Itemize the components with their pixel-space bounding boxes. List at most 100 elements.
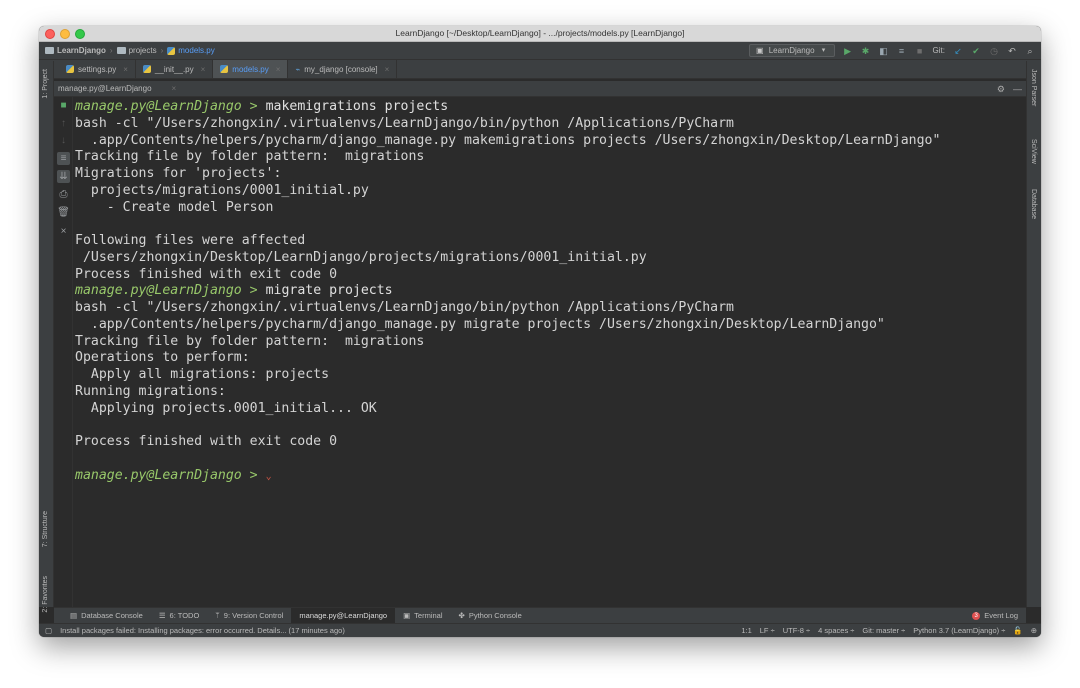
tab-models[interactable]: models.py × [213, 60, 289, 78]
json-parser-tool-button[interactable]: Json Parser [1030, 69, 1037, 106]
git-commit-icon[interactable]: ✔ [971, 46, 981, 56]
favorites-tool-button[interactable]: 2: Favorites [42, 576, 49, 613]
indent-setting[interactable]: 4 spaces ÷ [818, 626, 854, 635]
close-icon[interactable]: × [201, 65, 206, 74]
python-file-icon [167, 46, 176, 55]
event-log-label: Event Log [984, 611, 1018, 620]
close-icon[interactable]: × [172, 84, 177, 93]
console-panel-tab[interactable]: manage.py@LearnDjango × [58, 84, 176, 93]
soft-wrap-icon[interactable]: ≡ [57, 152, 70, 165]
project-tool-button[interactable]: 1: Project [42, 69, 49, 99]
print-icon[interactable]: ⎙ [57, 188, 70, 201]
console-output-line: Tracking file by folder pattern: migrati… [75, 334, 1022, 351]
python-file-icon [220, 65, 229, 73]
history-icon[interactable]: ◷ [989, 46, 999, 56]
tab-settings[interactable]: settings.py × [59, 60, 136, 78]
console-text: Process finished with exit code 0 [75, 266, 338, 282]
console-output[interactable]: manage.py@LearnDjango > makemigrations p… [75, 99, 1022, 607]
up-arrow-icon[interactable]: ↑ [57, 117, 70, 130]
event-log-button[interactable]: 3 Event Log [972, 611, 1018, 620]
git-branch[interactable]: Git: master ÷ [862, 626, 905, 635]
console-output-line: Process finished with exit code 0 [75, 267, 1022, 284]
console-output-line: - Create model Person [75, 200, 1022, 217]
terminal-button[interactable]: ▣ Terminal [395, 608, 450, 623]
console-text: projects/migrations/0001_initial.py [75, 182, 369, 198]
scroll-to-end-icon[interactable]: ⇊ [57, 170, 70, 183]
close-icon[interactable]: × [385, 65, 390, 74]
python-interpreter[interactable]: Python 3.7 (LearnDjango) ÷ [913, 626, 1005, 635]
console-output-line: /Users/zhongxin/Desktop/LearnDjango/proj… [75, 250, 1022, 267]
tab-label: models.py [232, 64, 269, 74]
editor-tabs: settings.py × __init__.py × models.py × … [39, 60, 1041, 79]
console-prompt: manage.py@LearnDjango > [75, 467, 258, 483]
stop-icon[interactable]: ■ [915, 46, 925, 56]
minimize-panel-icon[interactable]: — [1013, 84, 1022, 95]
console-text: Migrations for 'projects': [75, 166, 282, 181]
close-icon[interactable]: × [276, 65, 281, 74]
console-prompt-line: manage.py@LearnDjango > migrate projects [75, 283, 1022, 300]
inspector-icon[interactable]: ⊕ [1031, 626, 1037, 635]
file-encoding[interactable]: UTF-8 ÷ [783, 626, 810, 635]
console-output-line: Tracking file by folder pattern: migrati… [75, 149, 1022, 166]
manage-py-button[interactable]: manage.py@LearnDjango [291, 608, 396, 623]
console-text: - Create model Person [75, 199, 274, 215]
database-tool-button[interactable]: Database [1030, 189, 1037, 219]
tool-window-label: Database Console [81, 611, 143, 620]
breadcrumb-folder[interactable]: projects [116, 46, 157, 55]
rerun-icon[interactable]: ■ [57, 99, 70, 112]
tool-window-label: Python Console [468, 611, 522, 620]
status-message[interactable]: Install packages failed: Installing pack… [60, 626, 345, 635]
close-icon[interactable]: × [57, 225, 70, 238]
database-console-button[interactable]: ▤ Database Console [62, 608, 151, 623]
cursor-position[interactable]: 1:1 [741, 626, 751, 635]
console-output-line: Running migrations: [75, 384, 1022, 401]
chevron-right-icon: › [160, 46, 164, 55]
console-output-line: .app/Contents/helpers/pycharm/django_man… [75, 133, 1022, 150]
version-control-button[interactable]: ᛘ 9: Version Control [207, 608, 291, 623]
console-text: .app/Contents/helpers/pycharm/django_man… [75, 132, 941, 148]
python-console-button[interactable]: ✤ Python Console [451, 608, 530, 623]
breadcrumb-label: LearnDjango [57, 46, 106, 55]
line-separator[interactable]: LF ÷ [760, 626, 775, 635]
revert-icon[interactable]: ↶ [1007, 46, 1017, 56]
console-panel: manage.py@LearnDjango × ⚙ — ■ ↑ ↓ ≡ ⇊ ⎙ … [54, 81, 1026, 607]
event-count-badge: 3 [972, 611, 981, 620]
trash-icon[interactable]: 🗑 [57, 206, 70, 219]
coverage-icon[interactable]: ◧ [879, 46, 889, 56]
debug-icon[interactable]: ✱ [861, 46, 871, 56]
tab-label: my_django [console] [304, 64, 378, 74]
console-prompt-line: manage.py@LearnDjango > makemigrations p… [75, 99, 1022, 116]
profile-icon[interactable]: ≡ [897, 46, 907, 56]
tool-window-label: Terminal [414, 611, 443, 620]
toggle-tool-windows-icon[interactable]: ▢ [45, 626, 52, 635]
console-output-line: Following files were affected [75, 233, 1022, 250]
input-caret-icon[interactable]: ⌄ [266, 471, 272, 482]
todo-button[interactable]: ☰ 6: TODO [151, 608, 207, 623]
console-text: Operations to perform: [75, 350, 250, 366]
breadcrumb-file[interactable]: models.py [167, 46, 215, 55]
down-arrow-icon[interactable]: ↓ [57, 134, 70, 147]
chevron-right-icon: › [109, 46, 113, 55]
run-configuration-select[interactable]: ▣ LearnDjango ▾ [748, 44, 835, 57]
structure-tool-button[interactable]: 7: Structure [42, 511, 49, 547]
terminal-icon: ▣ [403, 611, 411, 620]
lock-icon[interactable]: 🔓 [1013, 626, 1022, 635]
gear-icon[interactable]: ⚙ [997, 84, 1005, 95]
tool-window-label: 9: Version Control [223, 611, 284, 620]
search-icon[interactable]: ⌕ [1025, 46, 1035, 56]
python-file-icon [66, 65, 74, 73]
tab-label: __init__.py [154, 64, 194, 74]
console-prompt: manage.py@LearnDjango > [75, 283, 258, 299]
breadcrumb-project[interactable]: LearnDjango [45, 46, 106, 55]
git-update-icon[interactable]: ↙ [953, 46, 963, 56]
console-prompt: manage.py@LearnDjango > [75, 99, 258, 114]
git-label: Git: [932, 46, 945, 55]
run-icon[interactable]: ▶ [843, 46, 853, 56]
sciview-tool-button[interactable]: SciView [1030, 139, 1037, 164]
close-icon[interactable]: × [123, 65, 128, 74]
console-text: Applying projects.0001_initial... OK [75, 400, 377, 416]
console-text: .app/Contents/helpers/pycharm/django_man… [75, 316, 885, 332]
tab-init[interactable]: __init__.py × [136, 60, 214, 78]
tab-console[interactable]: ⌁ my_django [console] × [288, 60, 398, 78]
console-output-line: projects/migrations/0001_initial.py [75, 183, 1022, 200]
